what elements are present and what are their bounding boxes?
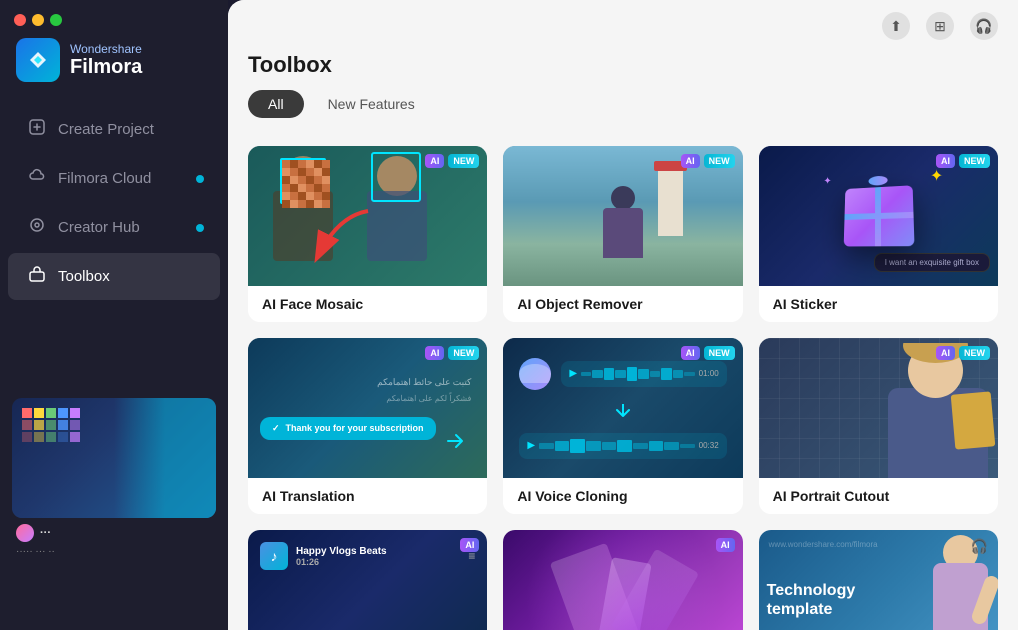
card-crystal[interactable]: AI · · · [503,530,742,630]
tab-bar: All New Features [248,90,998,118]
grid-view-icon[interactable]: ⊞ [926,12,954,40]
card-label: AI Face Mosaic [248,286,487,322]
badge-ai: AI [936,346,955,360]
sidebar-item-filmora-cloud[interactable]: Filmora Cloud [8,155,220,202]
card-ai-portrait-cutout[interactable]: AI NEW AI Portrait Cutout [759,338,998,514]
card-technology-template[interactable]: www.wondershare.com/filmora Technology t… [759,530,998,630]
app-name: Filmora [70,56,142,79]
sidebar-nav: Create Project Filmora Cloud Creator Hub [0,98,228,308]
card-label: AI Voice Cloning [503,478,742,514]
card-label: AI Portrait Cutout [759,478,998,514]
tab-new-features[interactable]: New Features [308,90,435,118]
red-arrow [308,206,378,276]
sidebar-item-create-project[interactable]: Create Project [8,106,220,153]
main-content: ⬆ ⊞ 🎧 Toolbox All New Features [228,0,1018,630]
sidebar-item-label: Creator Hub [58,219,140,236]
bottom-preview-area: ··· ····· ··· ·· [0,390,228,630]
logo-area: Wondershare Filmora [0,30,228,98]
preview-card-1[interactable] [12,398,216,518]
headphone-icon[interactable]: 🎧 [970,12,998,40]
topbar-actions: ⬆ ⊞ 🎧 [248,12,998,48]
toolbox-grid-container: AI NEW AI Face Mosaic [228,130,1018,630]
card-ai-object-remover[interactable]: AI NEW AI Object Remover [503,146,742,322]
card-badges: AI NEW [681,154,735,168]
toolbox-grid: AI NEW AI Face Mosaic [248,146,998,630]
sidebar-item-label: Create Project [58,121,154,138]
badge-ai: AI [425,346,444,360]
upload-icon[interactable]: ⬆ [882,12,910,40]
badge-ai: AI [425,154,444,168]
card-ai-translation[interactable]: كتبت على حائط اهتمامكم فشكراً لكم على اه… [248,338,487,514]
sidebar: Wondershare Filmora Create Project Filmo… [0,0,228,630]
card-badges: AI NEW [936,154,990,168]
card-ai-sticker[interactable]: ✦ ✦ I want an exquisite gift box AI NEW … [759,146,998,322]
card-label: AI Sticker [759,286,998,322]
card-image: AI [503,530,742,630]
card-label: AI Object Remover [503,286,742,322]
sticker-speech: I want an exquisite gift box [885,258,979,267]
section-title: Toolbox [248,52,998,78]
brand-name: Wondershare [70,42,142,56]
notification-dot [196,224,204,232]
notification-dot [196,175,204,183]
preview-title: ····· ··· ·· [0,546,228,557]
card-badges: AI [716,538,735,552]
card-label: AI Translation [248,478,487,514]
section-header: Toolbox All New Features [248,48,998,130]
badge-new: NEW [959,154,990,168]
beats-duration: 01:26 [296,557,387,567]
app-logo-icon [16,38,60,82]
card-image: AI NEW [503,146,742,286]
window-controls [14,14,62,26]
card-image: www.wondershare.com/filmora Technology t… [759,530,998,630]
minimize-button[interactable] [32,14,44,26]
badge-ai: AI [681,154,700,168]
sidebar-item-label: Toolbox [58,268,110,285]
logo-text: Wondershare Filmora [70,42,142,79]
sidebar-item-creator-hub[interactable]: Creator Hub [8,204,220,251]
card-ai-face-mosaic[interactable]: AI NEW AI Face Mosaic [248,146,487,322]
preview-meta: ··· [0,518,228,546]
card-beats[interactable]: ♪ Happy Vlogs Beats 01:26 ≡ 😊 Happy 🎬 Vl… [248,530,487,630]
card-badges: AI NEW [936,346,990,360]
translate-arrow-icon [443,429,467,453]
sidebar-item-toolbox[interactable]: Toolbox [8,253,220,300]
card-image: AI NEW [759,338,998,478]
close-button[interactable] [14,14,26,26]
badge-new: NEW [704,154,735,168]
create-project-icon [28,118,46,141]
toolbox-icon [28,265,46,288]
creator-hub-icon [28,216,46,239]
card-image: كتبت على حائط اهتمامكم فشكراً لكم على اه… [248,338,487,478]
badge-new: NEW [448,154,479,168]
cloud-icon [28,167,46,190]
beats-title: Happy Vlogs Beats [296,546,387,557]
badge-ai: AI [716,538,735,552]
card-image: ♪ Happy Vlogs Beats 01:26 ≡ 😊 Happy 🎬 Vl… [248,530,487,630]
card-image: ✦ ✦ I want an exquisite gift box AI NEW [759,146,998,286]
card-ai-voice-cloning[interactable]: ▶ [503,338,742,514]
tech-title-line1: Technology [767,581,856,600]
card-badges: AI NEW [425,346,479,360]
badge-new: NEW [959,346,990,360]
translation-bubble-text: Thank you for your subscription [286,423,424,433]
card-badges: AI NEW [425,154,479,168]
tech-title-line2: template [767,600,856,619]
card-image: ▶ [503,338,742,478]
topbar: ⬆ ⊞ 🎧 Toolbox All New Features [228,0,1018,130]
tab-all[interactable]: All [248,90,304,118]
badge-new: NEW [448,346,479,360]
maximize-button[interactable] [50,14,62,26]
sidebar-item-label: Filmora Cloud [58,170,151,187]
card-image: AI NEW [248,146,487,286]
voice-clone-arrow [613,404,633,420]
